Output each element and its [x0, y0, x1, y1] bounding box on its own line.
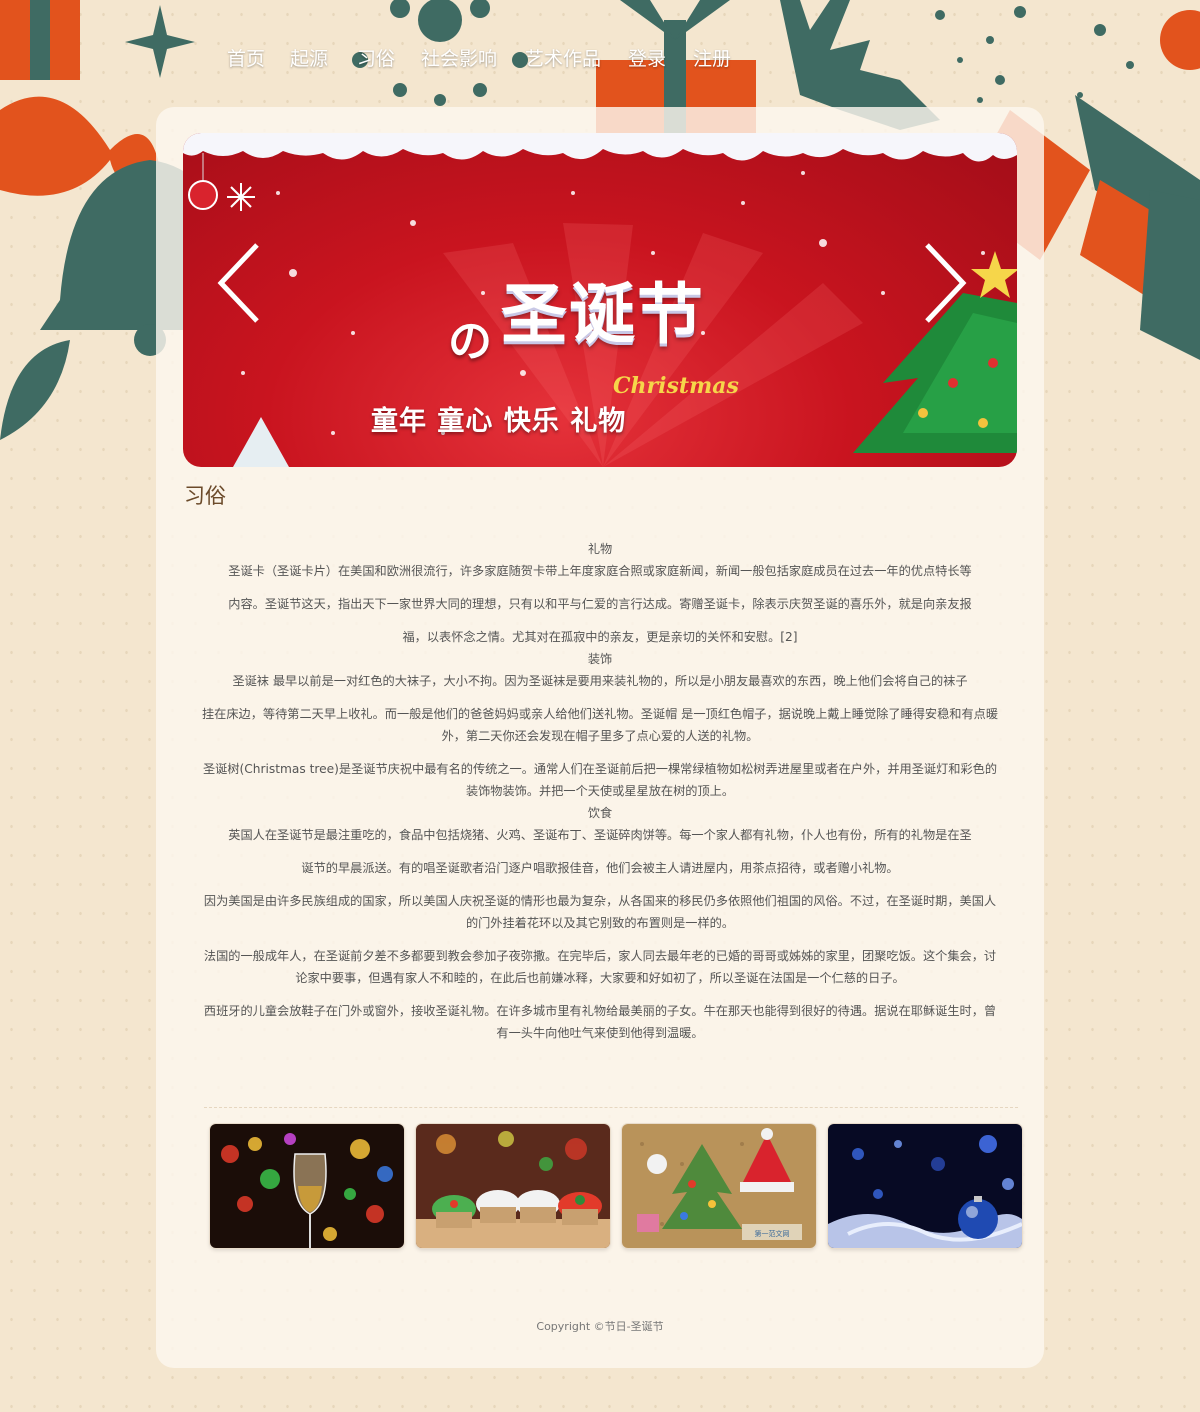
chevron-right-icon — [925, 243, 967, 323]
banner-next-arrow[interactable] — [921, 241, 969, 325]
nav-item-home[interactable]: 首页 — [227, 44, 265, 71]
gallery-thumb-wine-glass[interactable] — [210, 1124, 404, 1248]
decor-line-1: 圣诞袜 最早以前是一对红色的大袜子，大小不拘。因为圣诞袜是要用来装礼物的，所以是… — [232, 674, 968, 688]
nav-item-social-impact[interactable]: 社会影响 — [421, 44, 497, 71]
food-line-1: 英国人在圣诞节是最注重吃的，食品中包括烧猪、火鸡、圣诞布丁、圣诞碎肉饼等。每一个… — [228, 828, 972, 842]
snowflake-ornament-icon — [227, 183, 255, 211]
banner-prefix: の — [448, 316, 492, 367]
us-paragraph: 因为美国是由许多民族组成的国家，所以美国人庆祝圣诞的情形也最为复杂，从各国来的移… — [203, 894, 997, 930]
crafts-watermark: 第一范文网 — [755, 1229, 790, 1238]
gift-line-2: 内容。圣诞节这天，指出天下一家世界大同的理想，只有以和平与仁爱的言行达成。寄赠圣… — [228, 597, 972, 611]
gallery-thumb-cupcakes[interactable] — [416, 1124, 610, 1248]
customs-article: 礼物 圣诞卡（圣诞卡片）在美国和欧洲很流行，许多家庭随贺卡带上年度家庭合照或家庭… — [200, 538, 1000, 1055]
heading-food: 饮食 — [587, 806, 613, 820]
spain-paragraph: 西班牙的儿童会放鞋子在门外或窗外，接收圣诞礼物。在许多城市里有礼物给最美丽的子女… — [203, 1004, 997, 1040]
france-paragraph: 法国的一般成年人，在圣诞前夕差不多都要到教会参加子夜弥撒。在完毕后，家人同去最年… — [203, 949, 997, 985]
footer-copyright: Copyright ©节日-圣诞节 — [536, 1320, 664, 1333]
christmas-crafts-image: 第一范文网 — [622, 1124, 816, 1248]
wine-glass-bokeh-image — [210, 1124, 404, 1248]
banner-english: Christmas — [613, 373, 739, 399]
food-line-2: 诞节的早晨派送。有的唱圣诞歌者沿门逐户唱歌报佳音，他们会被主人请进屋内，用茶点招… — [301, 861, 899, 875]
top-nav: 首页 起源 习俗 社会影响 艺术作品 登录 注册 — [0, 38, 1200, 78]
gift-line-1: 圣诞卡（圣诞卡片）在美国和欧洲很流行，许多家庭随贺卡带上年度家庭合照或家庭新闻，… — [228, 564, 972, 578]
nav-item-origin[interactable]: 起源 — [290, 44, 328, 71]
heading-gift: 礼物 — [587, 542, 613, 556]
heading-decoration: 装饰 — [587, 652, 613, 666]
nav-item-artworks[interactable]: 艺术作品 — [525, 44, 601, 71]
gallery-thumb-ornament[interactable] — [828, 1124, 1022, 1248]
banner-carousel: の 圣诞节 Christmas 童年 童心 快乐 礼物 — [183, 133, 1017, 467]
blue-ornament-image — [828, 1124, 1022, 1248]
nav-item-login[interactable]: 登录 — [628, 44, 666, 71]
banner-prev-arrow[interactable] — [215, 241, 263, 325]
christmas-cupcakes-image — [416, 1124, 610, 1248]
banner-title: 圣诞节 — [501, 275, 705, 353]
banner-subtitle: 童年 童心 快乐 礼物 — [371, 406, 627, 437]
gift-line-3: 福，以表怀念之情。尤其对在孤寂中的亲友，更是亲切的关怀和安慰。[2] — [402, 630, 798, 644]
leaf-icon — [0, 340, 70, 440]
chevron-left-icon — [217, 243, 259, 323]
gallery-divider — [204, 1107, 1018, 1108]
decor-paragraph-3: 圣诞树(Christmas tree)是圣诞节庆祝中最有名的传统之一。通常人们在… — [202, 762, 998, 798]
decor-paragraph-2: 挂在床边，等待第二天早上收礼。而一般是他们的爸爸妈妈或亲人给他们送礼物。圣诞帽 … — [201, 707, 999, 743]
ornament-ball-icon — [188, 153, 218, 210]
nav-item-customs[interactable]: 习俗 — [357, 44, 395, 71]
nav-item-register[interactable]: 注册 — [693, 44, 731, 71]
small-tree-icon — [233, 417, 289, 467]
gallery-thumb-crafts[interactable]: 第一范文网 — [622, 1124, 816, 1248]
section-title: 习俗 — [184, 484, 226, 508]
